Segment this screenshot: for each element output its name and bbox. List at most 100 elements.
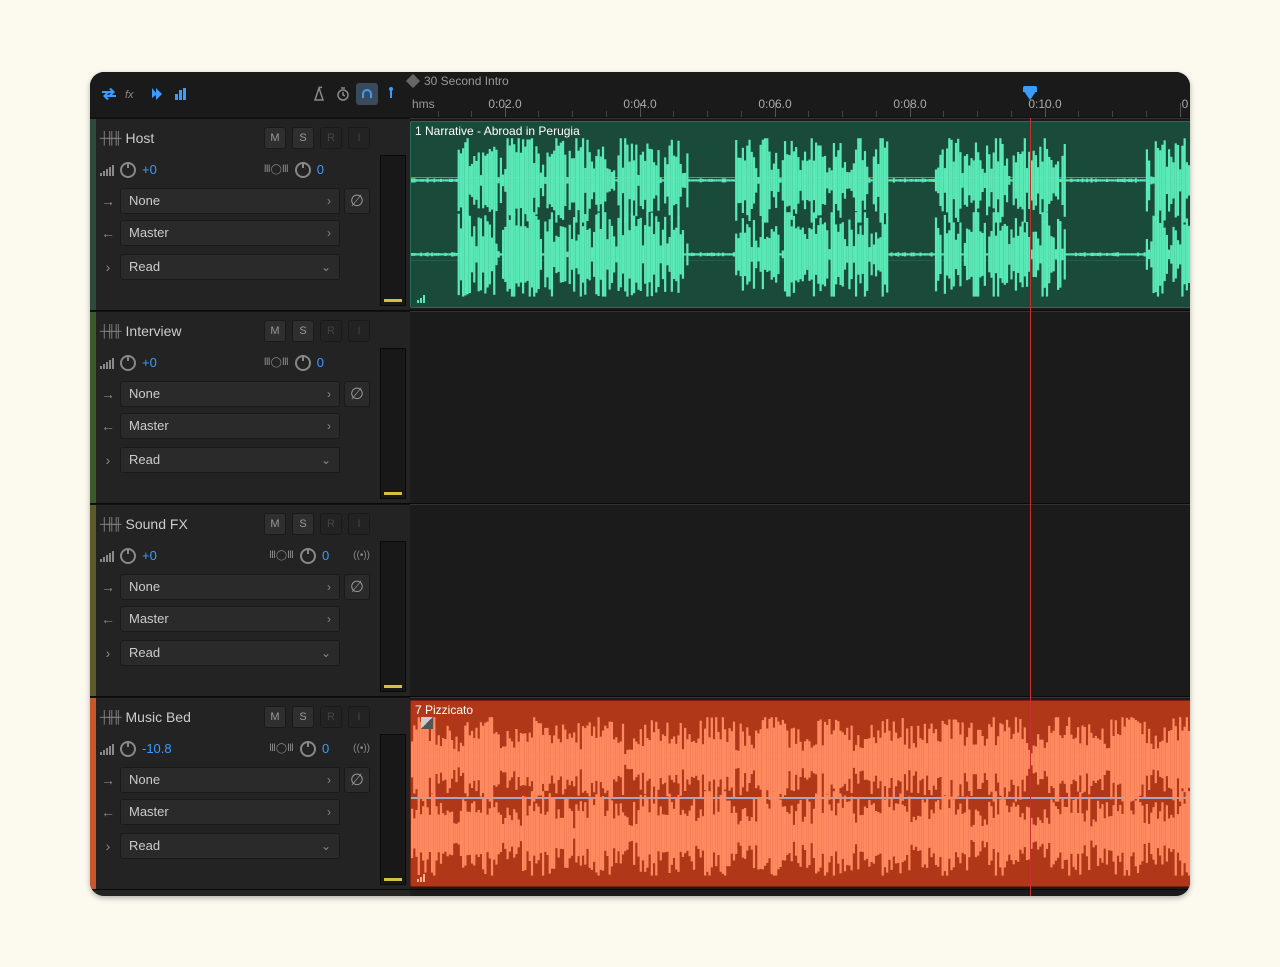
pan-knob[interactable] [300,741,316,757]
input-monitor-button[interactable]: I [348,513,370,535]
chevron-right-icon[interactable]: › [100,452,116,468]
input-monitor-button[interactable]: I [348,706,370,728]
track-name[interactable]: Music Bed [126,709,258,725]
timer-icon[interactable] [332,83,354,105]
arrow-left-icon: ← [100,804,116,820]
track-header-musicbed[interactable]: ┼╫╫ Music Bed M S R I -10.8 Ⅲ◯Ⅲ 0 ((• [90,697,410,890]
track-lane-soundfx[interactable] [410,504,1190,697]
waveform-glyph-icon: ┼╫╫ [100,131,120,145]
track-meter [380,155,406,306]
pan-value[interactable]: 0 [322,548,329,563]
clip-pizzicato[interactable]: 7 Pizzicato [410,700,1190,887]
mute-button[interactable]: M [264,706,286,728]
solo-button[interactable]: S [292,320,314,342]
solo-button[interactable]: S [292,127,314,149]
top-bar: fx 30 Second Intro hms 0:02.0 0:04.0 [90,72,1190,118]
output-dropdown[interactable]: Master› [120,413,340,439]
volume-knob[interactable] [120,548,136,564]
track-name[interactable]: Interview [126,323,258,339]
mute-button[interactable]: M [264,320,286,342]
input-monitor-button[interactable]: I [348,320,370,342]
inputs-outputs-icon[interactable] [98,83,120,105]
volume-value[interactable]: +0 [142,355,157,370]
chevron-right-icon[interactable]: › [100,259,116,275]
volume-knob[interactable] [120,162,136,178]
solo-button[interactable]: S [292,706,314,728]
clip-label: 1 Narrative - Abroad in Perugia [415,124,580,138]
track-lane-host[interactable]: 1 Narrative - Abroad in Perugia [410,118,1190,311]
phase-button[interactable]: ∅ [344,188,370,214]
send-dropdown[interactable]: None› [120,381,340,407]
clip-narrative[interactable]: 1 Narrative - Abroad in Perugia [410,121,1190,308]
playhead[interactable] [1023,90,1037,104]
track-panel-toolbar: fx [90,72,410,117]
automation-dropdown[interactable]: Read⌄ [120,254,340,280]
solo-button[interactable]: S [292,513,314,535]
pan-value[interactable]: 0 [317,162,324,177]
track-lane-musicbed[interactable]: 7 Pizzicato [410,697,1190,890]
stereo-send-icon[interactable]: ((•)) [353,743,370,754]
record-arm-button[interactable]: R [320,513,342,535]
eq-icon[interactable] [170,83,192,105]
waveform-glyph-icon: ┼╫╫ [100,710,120,724]
time-ruler[interactable]: hms 0:02.0 0:04.0 0:06.0 0:08.0 0:10.0 0 [410,91,1190,117]
sends-icon[interactable] [146,83,168,105]
phase-button[interactable]: ∅ [344,381,370,407]
pan-knob[interactable] [300,548,316,564]
output-dropdown[interactable]: Master› [120,799,340,825]
track-lane-interview[interactable] [410,311,1190,504]
pan-bars-icon: Ⅲ◯Ⅲ [264,357,289,368]
pan-knob[interactable] [295,355,311,371]
automation-dropdown[interactable]: Read⌄ [120,833,340,859]
automation-dropdown[interactable]: Read⌄ [120,640,340,666]
main-area: ┼╫╫ Host M S R I +0 Ⅲ◯Ⅲ 0 [90,118,1190,896]
volume-value[interactable]: -10.8 [142,741,172,756]
record-arm-button[interactable]: R [320,706,342,728]
pan-bars-icon: Ⅲ◯Ⅲ [269,550,294,561]
volume-bars-icon [100,357,114,369]
volume-bars-icon [100,743,114,755]
fx-icon[interactable]: fx [122,83,144,105]
mute-button[interactable]: M [264,513,286,535]
tracks-timeline-area[interactable]: 1 Narrative - Abroad in Perugia 7 Pizzic… [410,118,1190,896]
phase-button[interactable]: ∅ [344,574,370,600]
track-header-interview[interactable]: ┼╫╫ Interview M S R I +0 Ⅲ◯Ⅲ 0 [90,311,410,504]
track-header-host[interactable]: ┼╫╫ Host M S R I +0 Ⅲ◯Ⅲ 0 [90,118,410,311]
session-marker-label: 30 Second Intro [424,74,509,88]
phase-button[interactable]: ∅ [344,767,370,793]
pan-value[interactable]: 0 [322,741,329,756]
input-monitor-button[interactable]: I [348,127,370,149]
send-dropdown[interactable]: None› [120,574,340,600]
record-arm-button[interactable]: R [320,320,342,342]
fade-handle-icon[interactable] [421,717,433,729]
output-dropdown[interactable]: Master› [120,220,340,246]
output-dropdown[interactable]: Master› [120,606,340,632]
chevron-right-icon[interactable]: › [100,838,116,854]
track-name[interactable]: Sound FX [126,516,258,532]
pan-value[interactable]: 0 [317,355,324,370]
timeline-header[interactable]: 30 Second Intro hms 0:02.0 0:04.0 0:06.0… [410,72,1190,117]
track-header-soundfx[interactable]: ┼╫╫ Sound FX M S R I +0 Ⅲ◯Ⅲ 0 ((•)) [90,504,410,697]
clip-label: 7 Pizzicato [415,703,473,717]
volume-value[interactable]: +0 [142,162,157,177]
arrow-left-icon: ← [100,418,116,434]
arrow-left-icon: ← [100,225,116,241]
track-name[interactable]: Host [126,130,258,146]
volume-value[interactable]: +0 [142,548,157,563]
waveform-lower [411,210,1190,299]
metronome-icon[interactable] [308,83,330,105]
mute-button[interactable]: M [264,127,286,149]
stereo-send-icon[interactable]: ((•)) [353,550,370,561]
chevron-right-icon[interactable]: › [100,645,116,661]
record-arm-button[interactable]: R [320,127,342,149]
ruler-unit-label: hms [412,97,435,111]
ruler-tick: 0:06.0 [758,97,791,111]
volume-knob[interactable] [120,355,136,371]
automation-dropdown[interactable]: Read⌄ [120,447,340,473]
pan-knob[interactable] [295,162,311,178]
send-dropdown[interactable]: None› [120,188,340,214]
send-dropdown[interactable]: None› [120,767,340,793]
volume-knob[interactable] [120,741,136,757]
monitor-icon[interactable] [356,83,378,105]
tool-pin-icon[interactable] [380,83,402,105]
